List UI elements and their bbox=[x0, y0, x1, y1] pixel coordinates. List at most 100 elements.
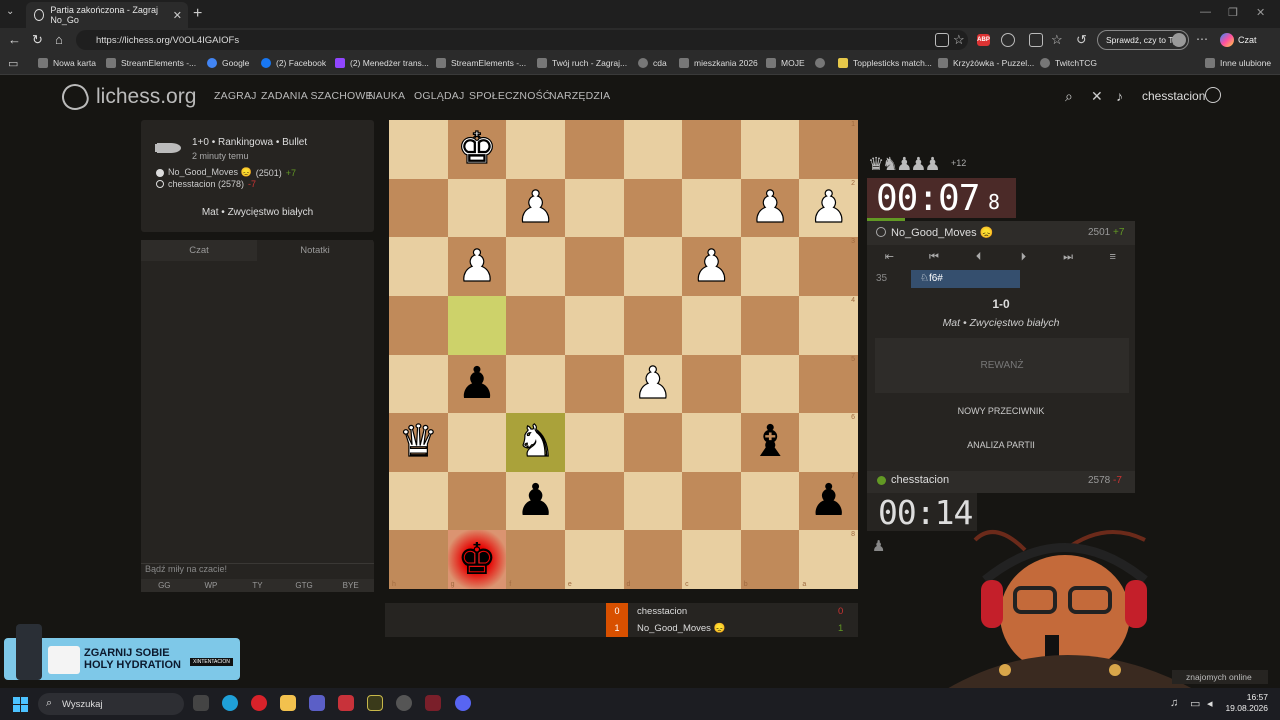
copilot-chat-label[interactable]: Czat bbox=[1238, 35, 1257, 45]
volume-icon[interactable]: ◂ bbox=[1207, 697, 1213, 710]
app-icon[interactable] bbox=[338, 695, 354, 711]
bookmark-item[interactable]: Krzyżówka - Puzzel... bbox=[938, 58, 1034, 68]
bookmark-item[interactable]: TwitchTCG bbox=[1040, 58, 1097, 68]
square-f3[interactable] bbox=[506, 237, 565, 296]
square-b4[interactable] bbox=[740, 295, 800, 355]
square-f8[interactable]: f bbox=[506, 530, 565, 589]
square-c4[interactable] bbox=[682, 295, 741, 355]
preset-wp[interactable]: WP bbox=[188, 579, 235, 592]
browser-tab[interactable]: Partia zakończona - Zagraj No_Go ✕ bbox=[26, 2, 188, 28]
bookmark-folder[interactable]: mieszkania 2026 bbox=[679, 58, 758, 68]
square-b8[interactable]: b bbox=[740, 530, 800, 589]
more-icon[interactable]: ⋯ bbox=[1196, 32, 1208, 46]
square-a7[interactable]: 7 ♟ bbox=[799, 471, 858, 531]
user-avatar-icon[interactable] bbox=[1205, 87, 1221, 103]
rematch-button[interactable]: REWANŻ bbox=[875, 338, 1129, 393]
reading-view-icon[interactable]: ▭ bbox=[8, 57, 18, 70]
square-c8[interactable]: c bbox=[682, 530, 741, 589]
square-e3[interactable] bbox=[564, 237, 624, 296]
preset-gtg[interactable]: GTG bbox=[281, 579, 328, 592]
bookmark-item[interactable]: Google bbox=[207, 58, 249, 68]
square-d7[interactable] bbox=[623, 471, 683, 531]
square-f7[interactable]: ♟ bbox=[506, 471, 565, 531]
square-e4[interactable] bbox=[564, 295, 624, 355]
score-player-name[interactable]: chesstacion bbox=[637, 606, 687, 617]
history-icon[interactable]: ↺ bbox=[1076, 32, 1087, 48]
app-available-icon[interactable] bbox=[935, 33, 949, 47]
bookmark-item[interactable]: (2) Menedżer trans... bbox=[335, 58, 429, 68]
square-f1[interactable] bbox=[506, 120, 565, 179]
discord-icon[interactable] bbox=[455, 695, 471, 711]
square-b6[interactable]: ♝ bbox=[740, 413, 800, 472]
bookmark-item[interactable] bbox=[815, 58, 830, 68]
extension-icon[interactable] bbox=[1001, 33, 1015, 47]
square-g1[interactable]: ♚ bbox=[447, 120, 507, 179]
new-tab-icon[interactable]: + bbox=[193, 5, 202, 23]
square-e8[interactable]: e bbox=[564, 530, 624, 589]
square-h8[interactable]: h bbox=[389, 530, 448, 589]
menu-icon[interactable]: ≡ bbox=[1090, 246, 1135, 268]
square-b7[interactable] bbox=[740, 471, 800, 531]
square-f2[interactable]: ♟ bbox=[506, 178, 565, 238]
square-a3[interactable]: 3 bbox=[799, 237, 858, 296]
square-c7[interactable] bbox=[682, 471, 741, 531]
app-icon[interactable] bbox=[367, 695, 383, 711]
square-h7[interactable] bbox=[389, 471, 448, 531]
white-queen-icon[interactable]: ♛ bbox=[389, 413, 448, 472]
square-g2[interactable] bbox=[447, 178, 507, 238]
white-pawn-icon[interactable]: ♟ bbox=[448, 237, 507, 296]
system-clock[interactable]: 16:57 19.08.2026 bbox=[1222, 692, 1268, 714]
puzzle-icon[interactable] bbox=[1029, 33, 1043, 47]
black-pawn-icon[interactable]: ♟ bbox=[506, 472, 565, 531]
square-c1[interactable] bbox=[682, 120, 741, 179]
square-h5[interactable] bbox=[389, 354, 448, 414]
refresh-icon[interactable]: ↻ bbox=[32, 32, 43, 48]
square-d4[interactable] bbox=[623, 295, 683, 355]
prev-move-icon[interactable]: ⏴ bbox=[956, 246, 1001, 268]
square-e5[interactable] bbox=[564, 354, 624, 414]
square-a8[interactable]: 8a bbox=[799, 530, 858, 589]
minimize-icon[interactable]: — bbox=[1200, 6, 1211, 18]
notifications-icon[interactable]: ♪ bbox=[1116, 88, 1123, 104]
white-pawn-icon[interactable]: ♟ bbox=[799, 179, 858, 238]
profile-check-button[interactable]: Sprawdź, czy to Ty bbox=[1097, 30, 1189, 50]
square-d5[interactable]: ♟ bbox=[623, 354, 683, 414]
square-h4[interactable] bbox=[389, 295, 448, 355]
square-g7[interactable] bbox=[447, 471, 507, 531]
white-player-line[interactable]: No_Good_Moves 😞 (2501) +7 bbox=[156, 167, 296, 178]
square-a4[interactable]: 4 bbox=[799, 295, 858, 355]
square-h2[interactable] bbox=[389, 178, 448, 238]
next-move-icon[interactable]: ⏵ bbox=[1001, 246, 1046, 268]
square-e7[interactable] bbox=[564, 471, 624, 531]
teams-icon[interactable] bbox=[309, 695, 325, 711]
copilot-icon[interactable] bbox=[1220, 33, 1234, 47]
preset-gg[interactable]: GG bbox=[141, 579, 188, 592]
move-cell[interactable]: ♘f6# bbox=[911, 270, 1020, 288]
nav-zadania[interactable]: ZADANIA SZACHOWE bbox=[261, 90, 373, 102]
chat-input[interactable]: Bądź miły na czacie! bbox=[141, 563, 374, 579]
square-c5[interactable] bbox=[682, 354, 741, 414]
black-player-line[interactable]: chesstacion (2578) -7 bbox=[156, 179, 256, 189]
display-icon[interactable]: ▭ bbox=[1190, 697, 1200, 710]
nav-nauka[interactable]: NAUKA bbox=[368, 90, 405, 102]
square-f5[interactable] bbox=[506, 354, 565, 414]
square-e2[interactable] bbox=[564, 178, 624, 238]
square-e1[interactable] bbox=[564, 120, 624, 179]
black-king-icon[interactable]: ♚ bbox=[448, 530, 507, 589]
nav-ogladaj[interactable]: OGLĄDAJ bbox=[414, 90, 464, 102]
square-f4[interactable] bbox=[506, 295, 565, 355]
square-d6[interactable] bbox=[623, 413, 683, 472]
bookmark-item[interactable]: StreamElements -... bbox=[436, 58, 526, 68]
square-h6[interactable]: ♛ bbox=[389, 413, 448, 472]
white-pawn-icon[interactable]: ♟ bbox=[506, 179, 565, 238]
first-move-icon[interactable]: ⏮ bbox=[912, 246, 957, 268]
square-a2[interactable]: 2 ♟ bbox=[799, 178, 858, 238]
opera-icon[interactable] bbox=[251, 695, 267, 711]
square-b1[interactable] bbox=[740, 120, 800, 179]
home-icon[interactable]: ⌂ bbox=[55, 32, 63, 47]
square-h1[interactable] bbox=[389, 120, 448, 179]
black-pawn-icon[interactable]: ♟ bbox=[799, 472, 858, 531]
white-pawn-icon[interactable]: ♟ bbox=[741, 179, 800, 238]
site-logo[interactable]: lichess.org bbox=[58, 80, 196, 114]
user-menu[interactable]: chesstacion bbox=[1142, 89, 1205, 103]
